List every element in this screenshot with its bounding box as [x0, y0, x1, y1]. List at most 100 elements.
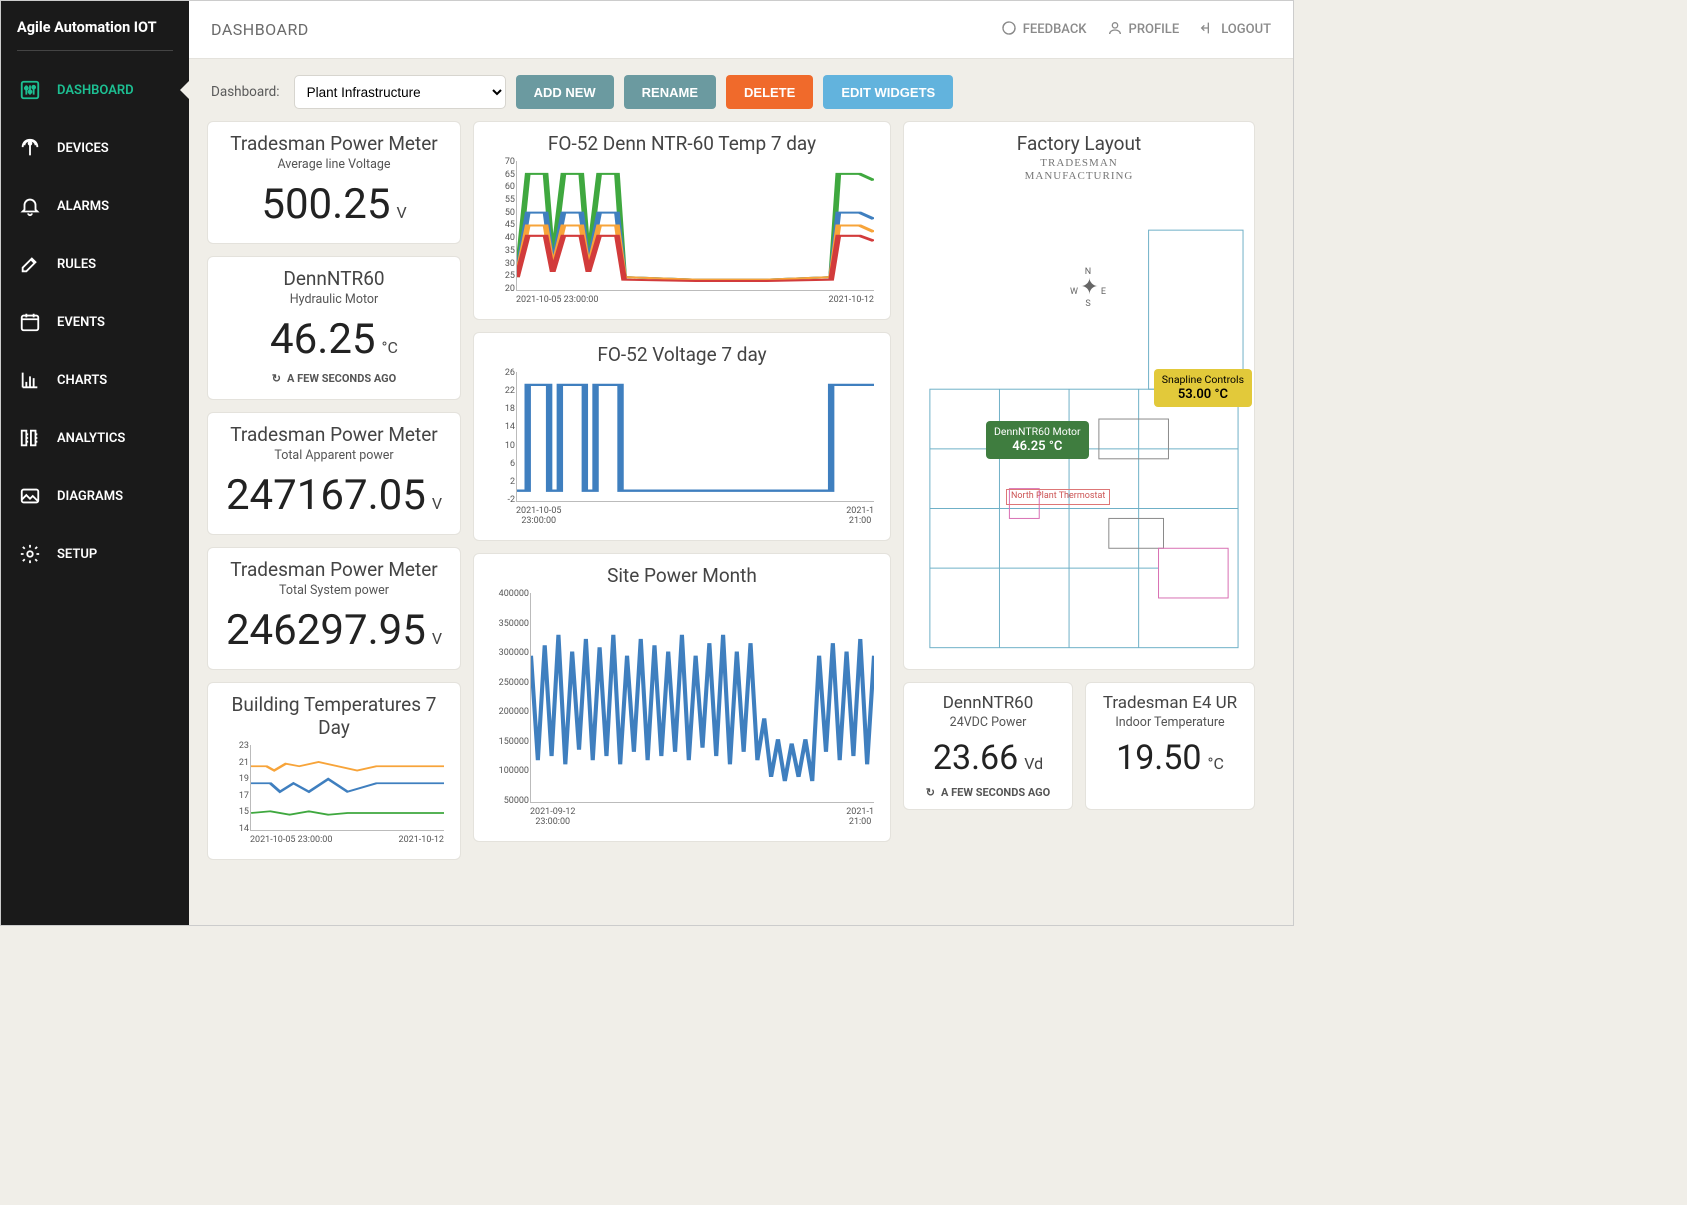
card-system[interactable]: Tradesman Power Meter Total System power… [207, 547, 461, 670]
refresh-icon: ↻ [926, 786, 935, 799]
delete-button[interactable]: DELETE [726, 75, 813, 109]
feedback-icon [1001, 20, 1017, 40]
unit: V [432, 629, 442, 648]
nav-label: ALARMS [57, 199, 109, 214]
nav-analytics[interactable]: ANALYTICS [1, 409, 189, 467]
thermostat-label[interactable]: North Plant Thermostat [1006, 489, 1110, 505]
nav-alarms[interactable]: ALARMS [1, 177, 189, 235]
image-icon [19, 485, 41, 507]
card-title: Tradesman Power Meter [218, 132, 450, 155]
y-axis: 262218141062-2 [485, 368, 515, 505]
x-axis: 2021-10-05 23:00:002021-10-12 [516, 295, 874, 305]
card-voltage[interactable]: Tradesman Power Meter Average line Volta… [207, 121, 461, 244]
barchart-icon [19, 369, 41, 391]
chart-title: FO-52 Denn NTR-60 Temp 7 day [484, 132, 880, 155]
chart-body: 232119171514 [250, 745, 444, 831]
logout-link[interactable]: LOGOUT [1199, 20, 1271, 40]
brand: Agile Automation IOT [17, 1, 173, 51]
bell-icon [19, 195, 41, 217]
layout-body: N W ✦ E S [910, 189, 1248, 659]
nav-label: ANALYTICS [57, 431, 125, 446]
card-sub: Total Apparent power [218, 448, 450, 463]
timestamp: A FEW SECONDS AGO [941, 786, 1050, 799]
card-power-month-chart[interactable]: Site Power Month 40000035000030000025000… [473, 553, 891, 842]
chart-title: Building Temperatures 7 Day [218, 693, 450, 739]
sidebar: Agile Automation IOT DASHBOARD DEVICES A… [1, 1, 189, 925]
value: 19.50 [1116, 738, 1201, 778]
edit-widgets-button[interactable]: EDIT WIDGETS [823, 75, 953, 109]
value: 23.66 [933, 738, 1018, 778]
nav-label: DIAGRAMS [57, 489, 123, 504]
y-axis: 232119171514 [219, 741, 249, 834]
card-title: DennNTR60 [218, 267, 450, 290]
card-temp7-chart[interactable]: FO-52 Denn NTR-60 Temp 7 day 70656055504… [473, 121, 891, 320]
dashboard-label: Dashboard: [211, 84, 280, 100]
card-sub: Hydraulic Motor [218, 292, 450, 307]
add-new-button[interactable]: ADD NEW [516, 75, 614, 109]
profile-label: PROFILE [1129, 22, 1180, 37]
card-ntr60[interactable]: DennNTR60 Hydraulic Motor 46.25°C ↻A FEW… [207, 256, 461, 400]
dashboard-select[interactable]: Plant Infrastructure [294, 75, 506, 109]
card-title: DennNTR60 [914, 693, 1062, 713]
logout-icon [1199, 20, 1215, 40]
card-sub: Average line Voltage [218, 157, 450, 172]
unit: Vd [1024, 754, 1043, 773]
nav-rules[interactable]: RULES [1, 235, 189, 293]
badge-temp: 53.00 °C [1162, 387, 1244, 403]
badge-title: Snapline Controls [1162, 373, 1244, 386]
x-axis: 2021-09-12 23:00:002021-1 21:00 [530, 807, 874, 827]
value: 500.25 [261, 180, 390, 229]
card-sub: 24VDC Power [914, 715, 1062, 730]
value: 246297.95 [226, 606, 426, 655]
edit-icon [19, 253, 41, 275]
nav-label: CHARTS [57, 373, 107, 388]
badge-title: DennNTR60 Motor [994, 425, 1081, 438]
map-badge-denn[interactable]: DennNTR60 Motor 46.25 °C [986, 421, 1089, 458]
nav-diagrams[interactable]: DIAGRAMS [1, 467, 189, 525]
card-apparent[interactable]: Tradesman Power Meter Total Apparent pow… [207, 412, 461, 535]
gear-icon [19, 543, 41, 565]
y-axis: 4000003500003000002500002000001500001000… [485, 589, 529, 806]
page-title: DASHBOARD [211, 20, 309, 39]
nav-label: RULES [57, 257, 96, 272]
chart-title: FO-52 Voltage 7 day [484, 343, 880, 366]
content: Tradesman Power Meter Average line Volta… [189, 121, 1293, 925]
profile-link[interactable]: PROFILE [1107, 20, 1180, 40]
card-title: Tradesman Power Meter [218, 423, 450, 446]
dashboard-toolbar: Dashboard: Plant Infrastructure ADD NEW … [189, 59, 1293, 121]
card-ntr60-24v[interactable]: DennNTR60 24VDC Power 23.66 Vd ↻ A FEW SEC… [903, 682, 1073, 810]
nav-label: EVENTS [57, 315, 105, 330]
layout-title: Factory Layout [910, 132, 1248, 155]
nav-dashboard[interactable]: DASHBOARD [1, 61, 189, 119]
antenna-icon [19, 137, 41, 159]
chart-body: 4000003500003000002500002000001500001000… [530, 593, 874, 803]
calendar-icon [19, 311, 41, 333]
chart-body: 7065605550454035302520 [516, 161, 874, 291]
card-factory-layout[interactable]: Factory Layout TRADESMANMANUFACTURING N … [903, 121, 1255, 670]
value: 46.25 [270, 315, 376, 364]
feedback-label: FEEDBACK [1023, 22, 1087, 37]
nav-charts[interactable]: CHARTS [1, 351, 189, 409]
unit: °C [1208, 754, 1224, 773]
nav-devices[interactable]: DEVICES [1, 119, 189, 177]
timestamp: A FEW SECONDS AGO [287, 372, 396, 385]
topbar: DASHBOARD FEEDBACK PROFILE LOGOUT [189, 1, 1293, 59]
card-volt7-chart[interactable]: FO-52 Voltage 7 day 262218141062-2 2021-… [473, 332, 891, 541]
chart-body: 262218141062-2 [516, 372, 874, 502]
user-icon [1107, 20, 1123, 40]
x-axis: 2021-10-05 23:00:002021-10-12 [250, 835, 444, 845]
rename-button[interactable]: RENAME [624, 75, 716, 109]
nav-label: SETUP [57, 547, 97, 562]
card-e4ur[interactable]: Tradesman E4 UR Indoor Temperature 19.50… [1085, 682, 1255, 810]
feedback-link[interactable]: FEEDBACK [1001, 20, 1087, 40]
nav-setup[interactable]: SETUP [1, 525, 189, 583]
map-badge-snapline[interactable]: Snapline Controls 53.00 °C [1154, 369, 1252, 406]
layout-brand: TRADESMANMANUFACTURING [910, 157, 1248, 183]
badge-temp: 46.25 °C [994, 439, 1081, 455]
unit: V [432, 494, 442, 513]
card-title: Tradesman Power Meter [218, 558, 450, 581]
card-building-temp-chart[interactable]: Building Temperatures 7 Day 232119171514… [207, 682, 461, 860]
nav-label: DEVICES [57, 141, 109, 156]
refresh-icon: ↻ [272, 372, 281, 385]
nav-events[interactable]: EVENTS [1, 293, 189, 351]
